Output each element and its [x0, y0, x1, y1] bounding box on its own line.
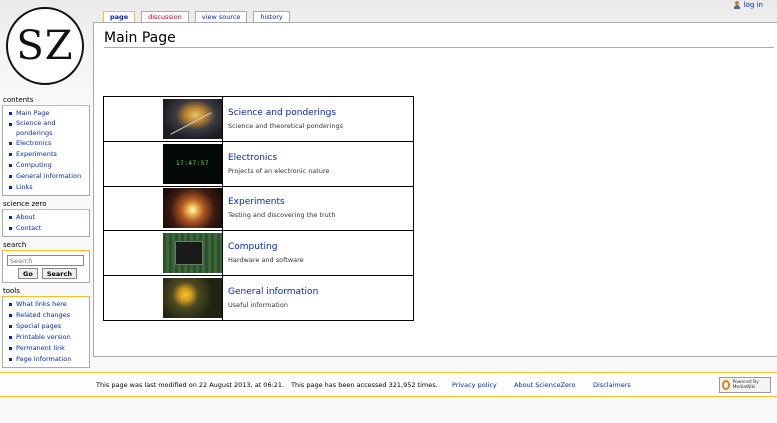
portal-table: Science and ponderings Science and theor… [103, 96, 414, 321]
sidebar-item-printable-version[interactable]: Printable version [16, 333, 71, 341]
portal-row: 17:47:57 Electronics Projects of an elec… [103, 140, 414, 187]
mediawiki-icon [722, 380, 731, 390]
user-icon [733, 1, 741, 9]
portal-desc: Science and theoretical ponderings [228, 121, 343, 130]
portlet-tools: tools What links here Related changes Sp… [2, 287, 90, 368]
sidebar-item-special-pages[interactable]: Special pages [16, 322, 61, 330]
tab-view-source[interactable]: view source [194, 11, 248, 22]
electronics-image[interactable]: 17:47:57 [163, 143, 222, 184]
sidebar-item-general-information[interactable]: General information [16, 172, 81, 180]
sidebar-item-about[interactable]: About [16, 213, 35, 221]
sidebar-item-related-changes[interactable]: Related changes [16, 311, 70, 319]
science-image[interactable] [163, 98, 222, 139]
sidebar-item-computing[interactable]: Computing [16, 161, 52, 169]
sidebar-item-page-information[interactable]: Page information [16, 355, 71, 363]
portal-thumb-cell [103, 185, 223, 232]
footer-privacy-link[interactable]: Privacy policy [452, 381, 497, 389]
sidebar-item-electronics[interactable]: Electronics [16, 139, 51, 147]
portal-text-cell: Experiments Testing and discovering the … [222, 185, 414, 232]
portal-desc: Testing and discovering the truth [228, 211, 336, 220]
general-information-image[interactable] [163, 278, 222, 319]
portal-link-general-information[interactable]: General information [228, 287, 413, 297]
computing-image[interactable] [163, 233, 222, 274]
portal-link-computing[interactable]: Computing [228, 242, 413, 252]
portal-desc: Hardware and software [228, 256, 304, 265]
personal-tools: log in [733, 1, 763, 9]
footer: This page was last modified on 22 August… [0, 372, 777, 397]
site-logo[interactable]: SZ [6, 7, 84, 85]
portal-text-cell: General information Useful information [222, 275, 414, 321]
login-link[interactable]: log in [744, 1, 763, 9]
experiments-image[interactable] [163, 188, 222, 229]
sidebar-item-what-links-here[interactable]: What links here [16, 300, 67, 308]
portlet-body: Go Search [2, 250, 90, 283]
portal-link-experiments[interactable]: Experiments [228, 197, 413, 207]
portlet-heading: science zero [3, 200, 47, 208]
tab-history[interactable]: history [253, 11, 290, 22]
page-title: Main Page [104, 30, 774, 48]
sidebar-item-permanent-link[interactable]: Permanent link [16, 344, 65, 352]
clock-display: 17:47:57 [176, 160, 209, 168]
sidebar-item-contact[interactable]: Contact [16, 224, 41, 232]
portlet-heading: tools [3, 287, 20, 295]
footer-about-link[interactable]: About ScienceZero [514, 381, 575, 389]
powered-by-mediawiki-badge[interactable]: Powered By MediaWiki [719, 377, 771, 393]
portlet-body: About Contact [2, 209, 90, 237]
portal-row: Experiments Testing and discovering the … [103, 185, 414, 232]
sidebar-item-main-page[interactable]: Main Page [16, 109, 49, 117]
portal-link-electronics[interactable]: Electronics [228, 153, 413, 163]
footer-last-modified: This page was last modified on 22 August… [96, 381, 285, 389]
portlet-body: Main Page Science and ponderings Electro… [2, 105, 90, 196]
portal-thumb-cell [103, 96, 223, 142]
portal-link-science[interactable]: Science and ponderings [228, 108, 413, 118]
portlet-science-zero: science zero About Contact [2, 200, 90, 237]
portal-desc: Useful information [228, 301, 288, 310]
footer-disclaimers-link[interactable]: Disclaimers [593, 381, 631, 389]
sidebar-item-science[interactable]: Science and ponderings [16, 119, 56, 137]
search-input[interactable] [7, 255, 84, 266]
portlet-heading: contents [3, 96, 34, 104]
sidebar: contents Main Page Science and pondering… [2, 96, 90, 372]
portlet-body: What links here Related changes Special … [2, 296, 90, 368]
footer-view-count: This page has been accessed 321,952 time… [291, 381, 438, 389]
portal-thumb-cell: 17:47:57 [103, 140, 223, 187]
portal-desc: Projects of an electronic nature [228, 166, 330, 175]
tab-discussion[interactable]: discussion [141, 11, 189, 22]
portal-row: Science and ponderings Science and theor… [103, 96, 414, 142]
portal-thumb-cell [103, 275, 223, 321]
portal-row: General information Useful information [103, 275, 414, 321]
sidebar-item-experiments[interactable]: Experiments [16, 150, 57, 158]
sidebar-item-links[interactable]: Links [16, 183, 33, 191]
portal-text-cell: Electronics Projects of an electronic na… [222, 140, 414, 187]
portlet-search: search Go Search [2, 241, 90, 283]
content-area: Main Page Science and ponderings Science… [93, 22, 777, 357]
logo-text: SZ [16, 23, 74, 69]
powered-by-text: Powered By MediaWiki [732, 380, 759, 390]
portal-text-cell: Computing Hardware and software [222, 230, 414, 277]
search-button[interactable]: Search [41, 268, 77, 279]
portlet-contents: contents Main Page Science and pondering… [2, 96, 90, 196]
portal-thumb-cell [103, 230, 223, 277]
portlet-heading: search [3, 241, 27, 249]
go-button[interactable]: Go [18, 268, 38, 279]
portal-row: Computing Hardware and software [103, 230, 414, 277]
portal-text-cell: Science and ponderings Science and theor… [222, 96, 414, 142]
